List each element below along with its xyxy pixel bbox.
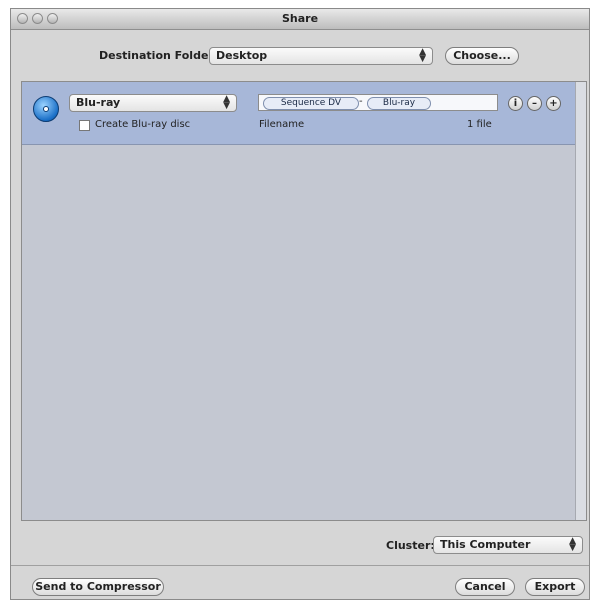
filename-label: Filename [259,119,305,130]
create-disc-checkbox[interactable] [79,120,90,131]
cluster-popup[interactable]: This Computer ▲ ▼ [433,536,583,554]
token-separator: - [359,96,363,107]
create-disc-label: Create Blu-ray disc [95,119,191,130]
job-list: Blu-ray ▲ ▼ Create Blu-ray disc Sequence … [21,81,587,521]
job-row[interactable]: Blu-ray ▲ ▼ Create Blu-ray disc Sequence … [22,82,576,145]
filename-field[interactable]: Sequence DV - Blu-ray [258,94,498,111]
format-value: Blu-ray [76,96,121,109]
filename-token[interactable]: Sequence DV [263,97,359,110]
destination-row: Destination Folder: Desktop ▲ ▼ Choose... [11,45,589,67]
popup-arrows-icon: ▲ ▼ [419,47,426,64]
share-window: Share Destination Folder: Desktop ▲ ▼ Cho… [10,8,590,600]
choose-button[interactable]: Choose... [445,47,519,65]
popup-arrows-icon: ▲ ▼ [223,94,230,111]
title-bar: Share [11,9,589,30]
export-button[interactable]: Export [525,578,585,596]
minus-icon[interactable]: – [527,96,542,111]
send-to-compressor-button[interactable]: Send to Compressor [32,578,164,596]
format-popup[interactable]: Blu-ray ▲ ▼ [69,94,237,112]
cluster-label: Cluster: [386,539,435,552]
file-count: 1 file [467,119,492,130]
popup-arrows-icon: ▲ ▼ [569,536,576,553]
filename-token[interactable]: Blu-ray [367,97,431,110]
footer-divider [11,565,589,566]
cancel-button[interactable]: Cancel [455,578,515,596]
destination-folder-popup[interactable]: Desktop ▲ ▼ [209,47,433,65]
plus-icon[interactable]: + [546,96,561,111]
scrollbar[interactable] [575,82,586,520]
cluster-value: This Computer [440,538,531,551]
destination-folder-value: Desktop [216,49,268,62]
window-title: Share [281,12,319,25]
info-icon[interactable]: i [508,96,523,111]
disc-icon [33,96,59,122]
destination-folder-label: Destination Folder: [99,49,219,62]
